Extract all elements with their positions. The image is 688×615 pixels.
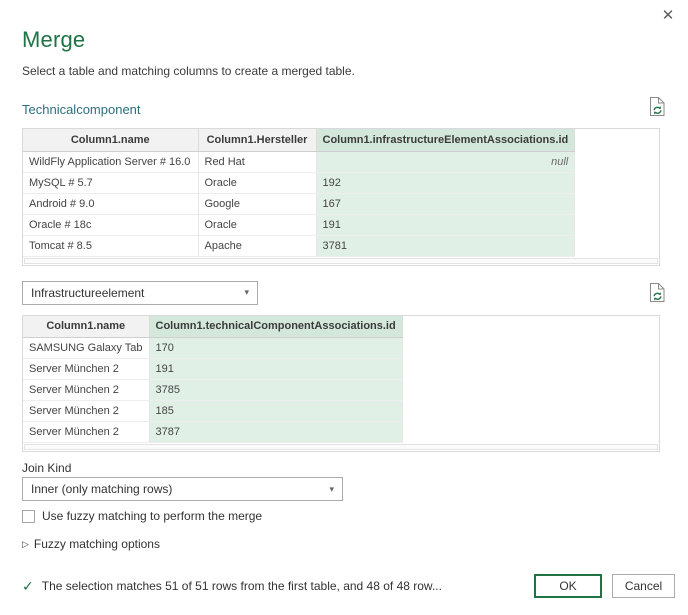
table-cell[interactable]: Red Hat (198, 151, 316, 172)
fuzzy-options-label: Fuzzy matching options (34, 537, 160, 551)
table-cell[interactable]: 191 (316, 214, 575, 235)
header-row: Column1.nameColumn1.technicalComponentAs… (23, 316, 402, 338)
table-row[interactable]: Server München 23785 (23, 380, 402, 401)
cancel-button[interactable]: Cancel (612, 574, 675, 598)
horizontal-scrollbar[interactable] (24, 258, 658, 264)
table-cell[interactable]: Server München 2 (23, 401, 149, 422)
column-header[interactable]: Column1.Hersteller (198, 129, 316, 151)
table-cell[interactable]: Server München 2 (23, 380, 149, 401)
horizontal-scrollbar[interactable] (24, 444, 658, 450)
second-table-selector-row: Infrastructureelement ▾ (22, 281, 666, 305)
table-row[interactable]: Server München 2185 (23, 401, 402, 422)
column-header[interactable]: Column1.infrastructureElementAssociation… (316, 129, 575, 151)
table-cell[interactable]: Android # 9.0 (23, 193, 198, 214)
fuzzy-options-expander[interactable]: ▷ Fuzzy matching options (22, 537, 666, 551)
join-kind-dropdown-value: Inner (only matching rows) (31, 482, 172, 496)
first-table: Column1.nameColumn1.HerstellerColumn1.in… (23, 129, 575, 257)
table-cell[interactable]: 167 (316, 193, 575, 214)
first-table-header: Technicalcomponent (22, 95, 666, 117)
first-table-preview: Column1.nameColumn1.HerstellerColumn1.in… (22, 128, 660, 266)
fuzzy-matching-checkbox[interactable] (22, 510, 35, 523)
second-table: Column1.nameColumn1.technicalComponentAs… (23, 316, 403, 444)
table-cell[interactable]: 185 (149, 401, 402, 422)
dialog-subtitle: Select a table and matching columns to c… (22, 64, 666, 78)
table-row[interactable]: Oracle # 18cOracle191 (23, 214, 575, 235)
expander-arrow-icon: ▷ (22, 539, 29, 550)
table-cell[interactable]: 192 (316, 172, 575, 193)
table-row[interactable]: MySQL # 5.7Oracle192 (23, 172, 575, 193)
table-cell[interactable]: Server München 2 (23, 359, 149, 380)
fuzzy-matching-checkbox-label[interactable]: Use fuzzy matching to perform the merge (42, 509, 262, 523)
table-cell[interactable]: Oracle (198, 172, 316, 193)
table-cell[interactable]: Apache (198, 235, 316, 256)
chevron-down-icon: ▾ (329, 484, 334, 495)
table-cell[interactable]: Oracle # 18c (23, 214, 198, 235)
table-cell[interactable]: 3781 (316, 235, 575, 256)
table-row[interactable]: WildFly Application Server # 16.0Red Hat… (23, 151, 575, 172)
column-header[interactable]: Column1.name (23, 316, 149, 338)
table-cell[interactable]: 3785 (149, 380, 402, 401)
table-cell[interactable]: Tomcat # 8.5 (23, 235, 198, 256)
table-cell[interactable]: 3787 (149, 422, 402, 443)
table-cell[interactable]: Google (198, 193, 316, 214)
table-cell[interactable]: WildFly Application Server # 16.0 (23, 151, 198, 172)
column-header[interactable]: Column1.name (23, 129, 198, 151)
match-status-text: The selection matches 51 of 51 rows from… (42, 579, 442, 593)
table-row[interactable]: Server München 23787 (23, 422, 402, 443)
table-row[interactable]: Android # 9.0Google167 (23, 193, 575, 214)
dialog-footer: ✓ The selection matches 51 of 51 rows fr… (22, 574, 675, 598)
first-table-name: Technicalcomponent (22, 102, 141, 117)
refresh-preview-icon[interactable] (649, 96, 666, 117)
join-kind-label: Join Kind (22, 461, 666, 475)
table-cell[interactable]: Server München 2 (23, 422, 149, 443)
table-cell[interactable]: Oracle (198, 214, 316, 235)
close-icon[interactable]: ✕ (659, 7, 677, 25)
second-table-dropdown-value: Infrastructureelement (31, 286, 144, 300)
table-cell[interactable]: 191 (149, 359, 402, 380)
merge-dialog: ✕ Merge Select a table and matching colu… (0, 0, 688, 615)
table-row[interactable]: Server München 2191 (23, 359, 402, 380)
join-kind-dropdown[interactable]: Inner (only matching rows) ▾ (22, 477, 343, 501)
refresh-preview-icon[interactable] (649, 282, 666, 303)
chevron-down-icon: ▾ (244, 287, 249, 298)
fuzzy-matching-row: Use fuzzy matching to perform the merge (22, 509, 666, 523)
dialog-title: Merge (22, 0, 666, 53)
table-cell[interactable]: null (316, 151, 575, 172)
header-row: Column1.nameColumn1.HerstellerColumn1.in… (23, 129, 575, 151)
second-table-dropdown[interactable]: Infrastructureelement ▾ (22, 281, 258, 305)
success-check-icon: ✓ (22, 578, 34, 595)
second-table-preview: Column1.nameColumn1.technicalComponentAs… (22, 315, 660, 453)
match-status: ✓ The selection matches 51 of 51 rows fr… (22, 578, 520, 595)
table-row[interactable]: Tomcat # 8.5Apache3781 (23, 235, 575, 256)
table-row[interactable]: SAMSUNG Galaxy Tab170 (23, 338, 402, 359)
column-header[interactable]: Column1.technicalComponentAssociations.i… (149, 316, 402, 338)
table-cell[interactable]: SAMSUNG Galaxy Tab (23, 338, 149, 359)
ok-button[interactable]: OK (534, 574, 602, 598)
table-cell[interactable]: 170 (149, 338, 402, 359)
table-cell[interactable]: MySQL # 5.7 (23, 172, 198, 193)
